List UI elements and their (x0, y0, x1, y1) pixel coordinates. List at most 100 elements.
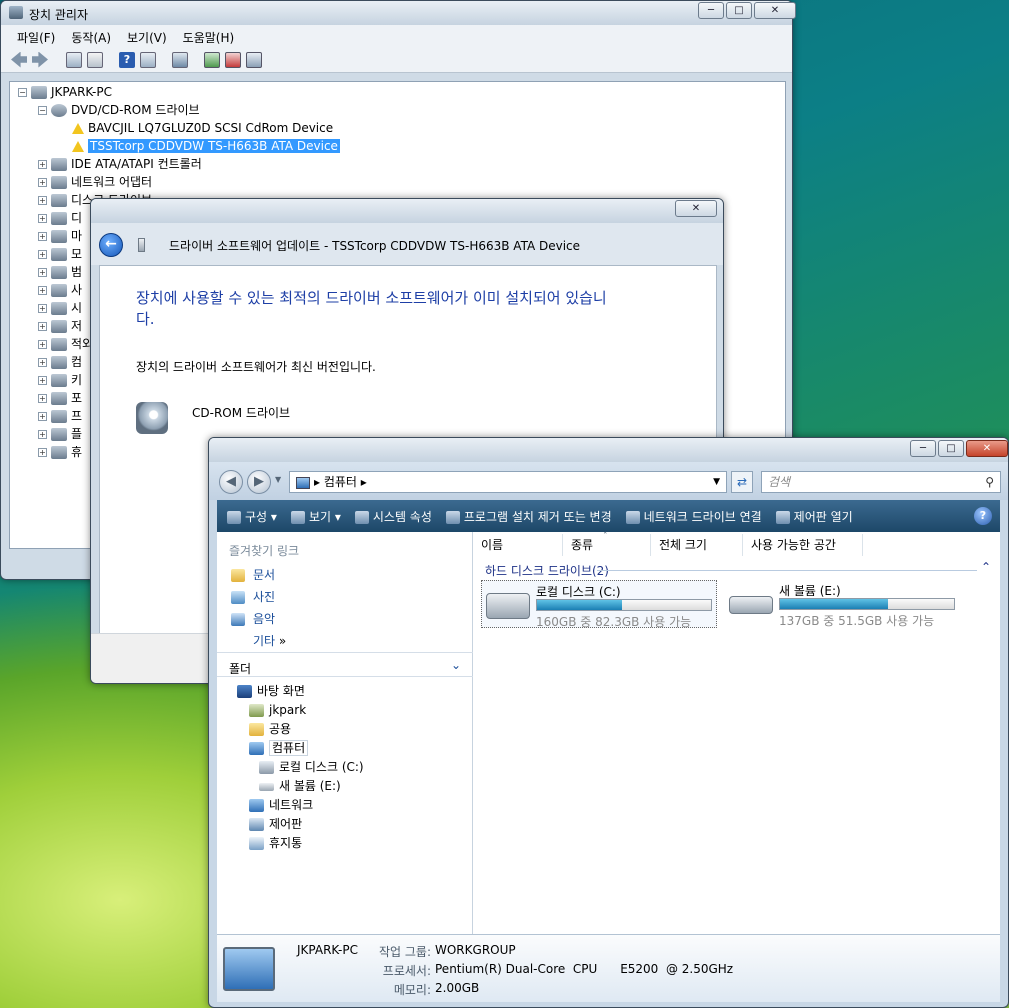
folder-recycle-bin[interactable]: 휴지통 (249, 834, 302, 852)
folder-local-disk-c[interactable]: 로컬 디스크 (C:) (259, 758, 364, 776)
favorite-documents[interactable]: 문서 (231, 566, 275, 583)
computer-icon (223, 947, 275, 991)
network-drive-icon (625, 510, 640, 524)
minimize-button[interactable]: ─ (910, 440, 936, 457)
collapse-icon[interactable]: ⌃ (981, 560, 991, 574)
folders-title[interactable]: 폴더 (229, 660, 251, 677)
drive-free-space: 160GB 중 82.3GB 사용 가능 (536, 615, 692, 629)
search-input[interactable]: 검색 ⚲ (761, 471, 1001, 493)
cmd-organize[interactable]: 구성 ▾ (227, 508, 277, 525)
workgroup-value: WORKGROUP (435, 943, 516, 957)
uninstall-icon[interactable] (225, 51, 241, 68)
cmd-system-properties[interactable]: 시스템 속성 (354, 508, 432, 525)
help-icon[interactable]: ? (119, 51, 135, 68)
favorites-title: 즐겨찾기 링크 (229, 544, 300, 558)
folder-network[interactable]: 네트워크 (249, 796, 313, 814)
scan-hardware-icon[interactable] (172, 51, 188, 68)
column-free-space[interactable]: 사용 가능한 공간 (743, 534, 863, 556)
cmd-control-panel[interactable]: 제어판 열기 (775, 508, 853, 525)
chevron-down-icon[interactable]: ⌄ (451, 658, 461, 672)
menu-view[interactable]: 보기(V) (121, 29, 173, 45)
tree-node[interactable]: + 범 (38, 264, 82, 281)
dialog-title-bar: ✕ (91, 199, 723, 223)
close-button[interactable]: ✕ (754, 2, 796, 19)
workgroup-label: 작업 그룹: (378, 945, 431, 959)
tree-node-tsstcorp[interactable]: TSSTcorp CDDVDW TS-H663B ATA Device (72, 138, 340, 155)
update-driver-icon[interactable] (204, 51, 220, 68)
tree-node-bavcjil[interactable]: BAVCJIL LQ7GLUZ0D SCSI CdRom Device (72, 120, 333, 137)
keyboard-icon (51, 374, 67, 387)
cdrom-icon (51, 104, 67, 117)
tree-node[interactable]: + 사 (38, 282, 82, 299)
favorite-pictures[interactable]: 사진 (231, 588, 275, 605)
menu-action[interactable]: 동작(A) (65, 29, 117, 45)
tree-node[interactable]: + 컴 (38, 354, 82, 371)
tree-node-ide[interactable]: + IDE ATA/ATAPI 컨트롤러 (38, 156, 202, 173)
organize-icon (227, 510, 241, 524)
refresh-button[interactable]: ⇄ (731, 471, 753, 493)
column-type[interactable]: 종류 ˆ (563, 532, 651, 556)
close-button[interactable]: ✕ (675, 200, 717, 217)
tree-node-computer[interactable]: − JKPARK-PC (18, 84, 112, 101)
forward-arrow-icon[interactable] (32, 51, 48, 68)
portable-device-icon (51, 446, 67, 459)
tree-node[interactable]: + 모 (38, 246, 82, 263)
system-icon (51, 302, 67, 315)
tree-node[interactable]: + 키 (38, 372, 82, 389)
drive-name: 새 볼륨 (E:) (779, 584, 841, 598)
back-arrow-icon[interactable] (11, 51, 27, 68)
tree-node-network[interactable]: + 네트워크 어댑터 (38, 174, 152, 191)
menu-bar: 파일(F) 동작(A) 보기(V) 도움말(H) (1, 25, 792, 47)
tree-node[interactable]: + 디 (38, 210, 82, 227)
folder-icon (249, 723, 264, 736)
tree-node[interactable]: + 플 (38, 426, 82, 443)
address-text: 컴퓨터 (323, 475, 357, 489)
cmd-map-network-drive[interactable]: 네트워크 드라이브 연결 (625, 508, 762, 525)
forward-button[interactable]: ▶ (247, 470, 271, 494)
close-button[interactable]: ✕ (966, 440, 1008, 457)
memory-value: 2.00GB (435, 981, 480, 995)
disable-icon[interactable] (246, 51, 262, 68)
back-button[interactable]: ◀ (219, 470, 243, 494)
tree-node[interactable]: + 프 (38, 408, 82, 425)
action-view-icon[interactable] (140, 51, 156, 68)
tree-node[interactable]: + 휴 (38, 444, 82, 461)
tree-node[interactable]: + 시 (38, 300, 82, 317)
favorite-more[interactable]: 기타 » (253, 632, 286, 649)
maximize-button[interactable]: □ (726, 2, 752, 19)
folder-desktop[interactable]: 바탕 화면 (237, 682, 305, 700)
folder-public[interactable]: 공용 (249, 720, 291, 738)
favorite-music[interactable]: 음악 (231, 610, 275, 627)
menu-file[interactable]: 파일(F) (11, 29, 61, 45)
cmd-views[interactable]: 보기 ▾ (290, 508, 341, 525)
search-icon: ⚲ (985, 475, 994, 489)
usb-icon (51, 266, 67, 279)
drive-group-header[interactable]: 하드 디스크 드라이브(2) ⌃ (485, 560, 993, 579)
tree-node[interactable]: + 마 (38, 228, 82, 245)
history-dropdown-icon[interactable]: ▼ (275, 475, 281, 484)
usage-fill (537, 600, 623, 610)
drive-icon (259, 782, 274, 791)
tree-node[interactable]: + 적외 (38, 336, 93, 353)
folder-computer[interactable]: 컴퓨터 (249, 739, 309, 757)
back-button[interactable]: ← (99, 233, 123, 257)
folder-new-volume-e[interactable]: 새 볼륨 (E:) (259, 777, 341, 795)
group-label: 하드 디스크 드라이브(2) (485, 564, 609, 578)
tree-node[interactable]: + 저 (38, 318, 82, 335)
drive-e[interactable]: 새 볼륨 (E:) 137GB 중 51.5GB 사용 가능 (725, 580, 961, 628)
maximize-button[interactable]: □ (938, 440, 964, 457)
properties-icon[interactable] (87, 51, 103, 68)
tree-node[interactable]: + 포 (38, 390, 82, 407)
minimize-button[interactable]: ─ (698, 2, 724, 19)
help-icon[interactable]: ? (974, 507, 992, 525)
menu-help[interactable]: 도움말(H) (177, 29, 241, 45)
folder-jkpark[interactable]: jkpark (249, 701, 306, 719)
column-total-size[interactable]: 전체 크기 (651, 534, 743, 556)
show-hide-tree-icon[interactable] (66, 51, 82, 68)
drive-c[interactable]: 로컬 디스크 (C:) 160GB 중 82.3GB 사용 가능 (481, 580, 717, 629)
address-field[interactable]: ▸ 컴퓨터 ▸ ▼ (289, 471, 727, 493)
tree-node-dvd[interactable]: − DVD/CD-ROM 드라이브 (38, 102, 200, 119)
folder-control-panel[interactable]: 제어판 (249, 815, 302, 833)
cmd-uninstall-programs[interactable]: 프로그램 설치 제거 또는 변경 (445, 508, 612, 525)
column-name[interactable]: 이름 (473, 534, 563, 556)
